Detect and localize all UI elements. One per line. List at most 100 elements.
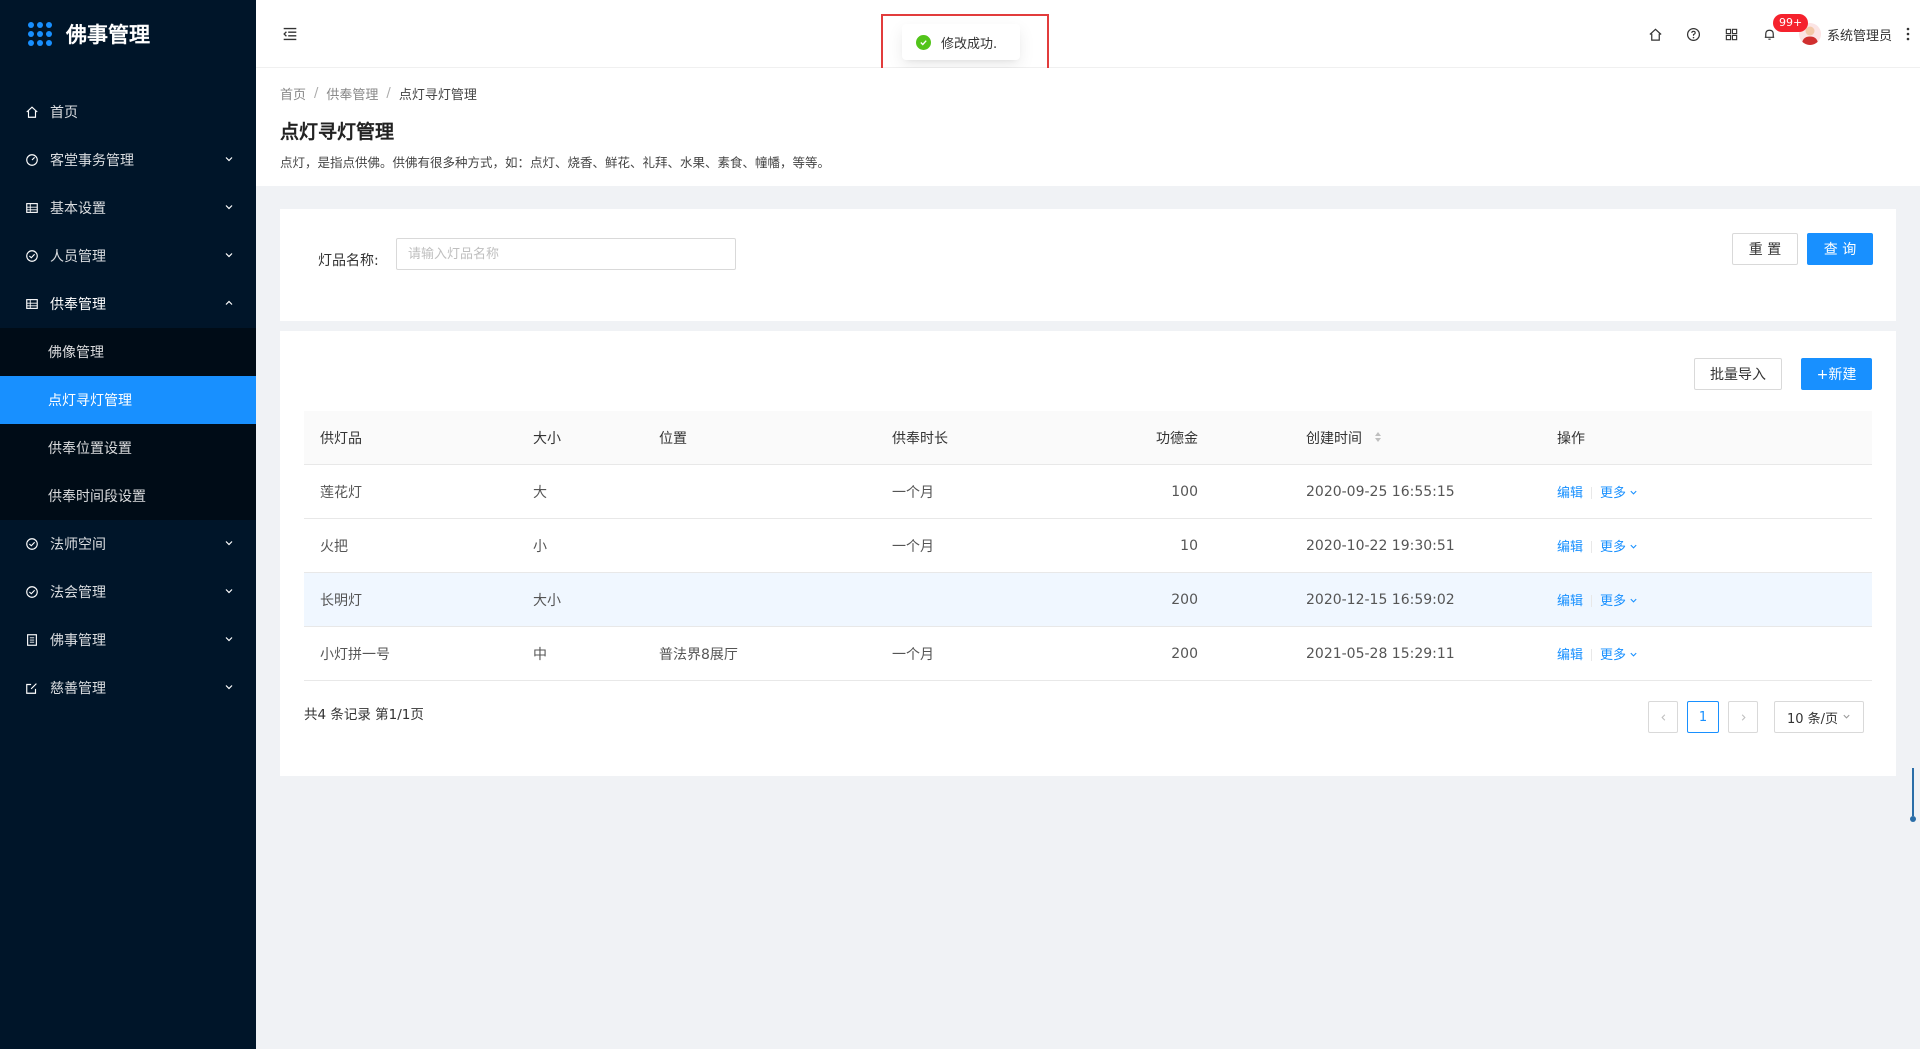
menu-fold-icon[interactable] xyxy=(280,24,300,44)
cell-position: 普法界8展厅 xyxy=(659,646,738,663)
more-link[interactable]: 更多 xyxy=(1600,486,1626,501)
search-card: 灯品名称: 重 置 查 询 xyxy=(280,209,1896,321)
sidebar-item-label: 法师空间 xyxy=(50,537,106,553)
chevron-down-icon[interactable] xyxy=(1629,593,1638,609)
sidebar-item-buddha-statues[interactable]: 佛像管理 xyxy=(0,328,256,376)
chevron-down-icon xyxy=(224,250,236,262)
edit-link[interactable]: 编辑 xyxy=(1557,594,1583,609)
chevron-down-icon xyxy=(224,586,236,598)
notification-badge: 99+ xyxy=(1772,14,1809,32)
lamp-table: 供灯品 大小 位置 供奉时长 功德金 创建时间 操作 莲花灯 大 一个月 100… xyxy=(304,411,1872,681)
reset-button[interactable]: 重 置 xyxy=(1732,233,1798,265)
sort-icon[interactable] xyxy=(1374,431,1382,447)
next-page-button[interactable] xyxy=(1728,701,1758,733)
user-name[interactable]: 系统管理员 xyxy=(1827,25,1892,44)
sidebar: 佛事管理 首页 客堂事务管理 基本设置 人员管理 供奉管理 佛像管理 点灯寻灯管… xyxy=(0,0,256,1049)
breadcrumb-separator: / xyxy=(386,86,391,101)
check-circle-icon xyxy=(916,34,931,50)
profile-icon xyxy=(24,632,40,648)
more-vertical-icon[interactable] xyxy=(1896,0,1920,68)
sidebar-item-offerings[interactable]: 供奉管理 xyxy=(0,280,256,328)
sidebar-item-buddhist-affairs[interactable]: 佛事管理 xyxy=(0,616,256,664)
column-header-sortable[interactable]: 创建时间 xyxy=(1206,428,1541,448)
table-card: 批量导入 +新建 供灯品 大小 位置 供奉时长 功德金 创建时间 操作 莲花灯 … xyxy=(280,331,1896,776)
sidebar-item-reception[interactable]: 客堂事务管理 xyxy=(0,136,256,184)
column-header: 操作 xyxy=(1557,430,1585,447)
cell-duration: 一个月 xyxy=(892,484,934,501)
cell-name: 小灯拼一号 xyxy=(320,646,390,663)
table-row: 莲花灯 大 一个月 100 2020-09-25 16:55:15 编辑 更多 xyxy=(304,465,1872,519)
chevron-down-icon[interactable] xyxy=(1629,539,1638,555)
chevron-down-icon xyxy=(1842,710,1851,725)
breadcrumb-item[interactable]: 供奉管理 xyxy=(326,84,378,103)
edit-link[interactable]: 编辑 xyxy=(1557,648,1583,663)
prev-page-button[interactable] xyxy=(1648,701,1678,733)
submenu-offerings: 佛像管理 点灯寻灯管理 供奉位置设置 供奉时间段设置 xyxy=(0,328,256,520)
sidebar-item-dharma-assembly[interactable]: 法会管理 xyxy=(0,568,256,616)
sidebar-item-label: 慈善管理 xyxy=(50,681,106,697)
sidebar-item-home[interactable]: 首页 xyxy=(0,88,256,136)
cell-actions: 编辑 更多 xyxy=(1541,482,1872,501)
sidebar-item-label: 供奉管理 xyxy=(50,297,106,313)
new-button[interactable]: +新建 xyxy=(1801,358,1872,390)
sidebar-item-lamp-management[interactable]: 点灯寻灯管理 xyxy=(0,376,256,424)
divider xyxy=(1591,649,1593,661)
page-size-select[interactable]: 10 条/页 xyxy=(1774,701,1864,733)
chevron-down-icon[interactable] xyxy=(1629,485,1638,501)
column-header: 位置 xyxy=(659,430,687,447)
pagination-total: 共4 条记录 第1/1页 xyxy=(304,707,424,723)
help-icon[interactable] xyxy=(1675,0,1713,68)
sidebar-item-personnel[interactable]: 人员管理 xyxy=(0,232,256,280)
chevron-down-icon xyxy=(224,634,236,646)
breadcrumb-separator: / xyxy=(314,86,319,101)
scroll-thumb[interactable] xyxy=(1910,768,1916,824)
chevron-down-icon[interactable] xyxy=(1629,647,1638,663)
cell-size: 中 xyxy=(533,646,547,663)
cell-name: 莲花灯 xyxy=(320,484,362,501)
table-row: 小灯拼一号 中 普法界8展厅 一个月 200 2021-05-28 15:29:… xyxy=(304,627,1872,681)
bell-icon[interactable]: 99+ xyxy=(1751,0,1809,68)
sidebar-item-offering-positions[interactable]: 供奉位置设置 xyxy=(0,424,256,472)
page-number-button[interactable]: 1 xyxy=(1687,701,1719,733)
chevron-down-icon xyxy=(224,538,236,550)
sidebar-item-label: 法会管理 xyxy=(50,585,106,601)
sidebar-item-label: 佛像管理 xyxy=(48,345,104,361)
sidebar-item-label: 首页 xyxy=(50,105,78,121)
table-icon xyxy=(24,296,40,312)
lamp-name-input[interactable] xyxy=(396,238,736,270)
breadcrumb: 首页 / 供奉管理 / 点灯寻灯管理 xyxy=(280,84,1896,103)
page-header: 首页 / 供奉管理 / 点灯寻灯管理 点灯寻灯管理 点灯，是指点供佛。供佛有很多… xyxy=(256,68,1920,186)
cell-duration: 一个月 xyxy=(892,538,934,555)
sidebar-menu: 首页 客堂事务管理 基本设置 人员管理 供奉管理 佛像管理 点灯寻灯管理 供奉位… xyxy=(0,88,256,712)
chevron-down-icon xyxy=(224,202,236,214)
column-header-label: 创建时间 xyxy=(1306,430,1362,447)
cell-size: 大小 xyxy=(533,592,561,609)
check-circle-icon xyxy=(24,584,40,600)
page-description: 点灯，是指点供佛。供佛有很多种方式，如：点灯、烧香、鲜花、礼拜、水果、素食、幢幡… xyxy=(280,155,831,170)
batch-import-button[interactable]: 批量导入 xyxy=(1694,358,1782,390)
edit-link[interactable]: 编辑 xyxy=(1557,540,1583,555)
more-link[interactable]: 更多 xyxy=(1600,648,1626,663)
chevron-up-icon xyxy=(224,298,236,310)
column-header: 供灯品 xyxy=(320,430,362,447)
home-icon[interactable] xyxy=(1637,0,1675,68)
sidebar-item-offering-time-slots[interactable]: 供奉时间段设置 xyxy=(0,472,256,520)
appstore-icon[interactable] xyxy=(1713,0,1751,68)
sidebar-item-label: 基本设置 xyxy=(50,201,106,217)
breadcrumb-item[interactable]: 首页 xyxy=(280,84,306,103)
apps-grid-icon xyxy=(28,22,52,46)
sidebar-item-master-space[interactable]: 法师空间 xyxy=(0,520,256,568)
more-link[interactable]: 更多 xyxy=(1600,540,1626,555)
sidebar-item-charity[interactable]: 慈善管理 xyxy=(0,664,256,712)
query-button[interactable]: 查 询 xyxy=(1807,233,1873,265)
cell-merit: 200 xyxy=(1171,645,1198,662)
chevron-down-icon xyxy=(224,154,236,166)
app-title: 佛事管理 xyxy=(66,23,150,47)
edit-link[interactable]: 编辑 xyxy=(1557,486,1583,501)
logo[interactable]: 佛事管理 xyxy=(0,0,256,68)
lamp-name-label: 灯品名称: xyxy=(318,253,379,269)
table-row: 火把 小 一个月 10 2020-10-22 19:30:51 编辑 更多 xyxy=(304,519,1872,573)
sidebar-item-basic-settings[interactable]: 基本设置 xyxy=(0,184,256,232)
more-link[interactable]: 更多 xyxy=(1600,594,1626,609)
page-title: 点灯寻灯管理 xyxy=(280,121,395,143)
